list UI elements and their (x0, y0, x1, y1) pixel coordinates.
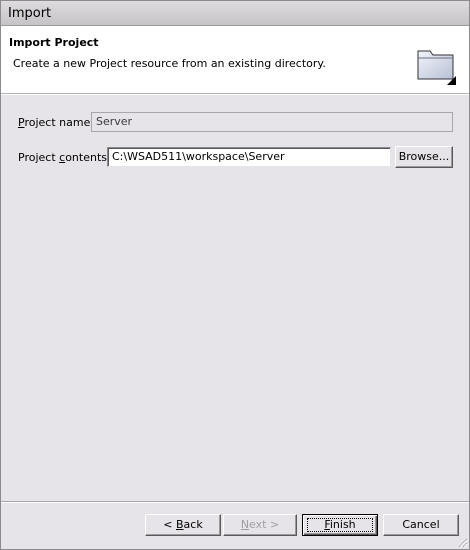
wizard-page-description: Create a new Project resource from an ex… (13, 57, 326, 70)
folder-icon (417, 50, 456, 85)
project-name-field[interactable]: Server (91, 112, 453, 132)
footer-separator (1, 501, 469, 503)
back-button[interactable]: < Back (145, 514, 221, 536)
resize-grip-icon[interactable] (456, 536, 468, 548)
cancel-button[interactable]: Cancel (383, 514, 459, 536)
wizard-header: Import Project Create a new Project reso… (1, 26, 469, 94)
header-separator (1, 94, 469, 95)
next-button[interactable]: Next > (223, 514, 297, 536)
wizard-page-title: Import Project (9, 36, 99, 49)
browse-button[interactable]: Browse... (395, 146, 453, 168)
finish-button[interactable]: Finish (302, 514, 378, 536)
import-dialog: Import Import Project Create a new Proje… (0, 0, 470, 550)
project-contents-input[interactable]: C:\WSAD511\workspace\Server (107, 147, 391, 167)
window-title: Import (8, 6, 52, 21)
project-contents-label: Project contents: (18, 151, 111, 164)
project-name-label: Project name: (18, 116, 95, 129)
title-bar[interactable]: Import (1, 1, 469, 26)
